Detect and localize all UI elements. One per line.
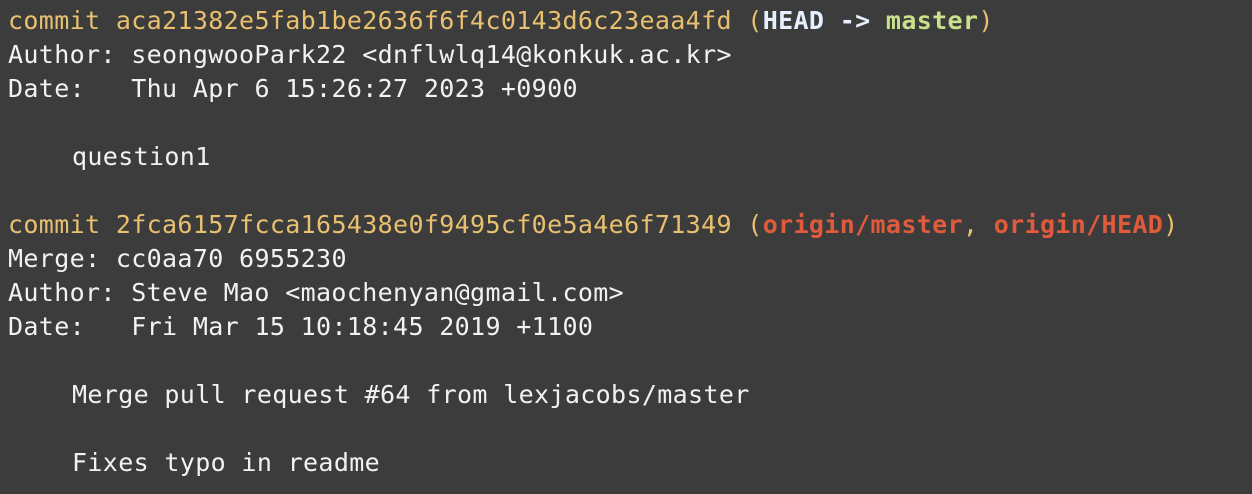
commit-hash: 2fca6157fcca165438e0f9495cf0e5a4e6f71349 (115, 210, 732, 239)
author-line: Author: Steve Mao <maochenyan@gmail.com> (8, 276, 624, 310)
date-label: Date: (8, 74, 86, 103)
date-line: Date: Fri Mar 15 10:18:45 2019 +1100 (8, 310, 593, 344)
remote-ref-origin-head: origin/HEAD (993, 210, 1164, 239)
commit-message-line: Merge pull request #64 from lexjacobs/ma… (72, 380, 750, 409)
ref-paren-close: ) (978, 6, 994, 35)
commit-keyword: commit (8, 210, 101, 239)
commit-keyword: commit (8, 6, 101, 35)
date-value: Fri Mar 15 10:18:45 2019 +1100 (131, 312, 594, 341)
commit-hash: aca21382e5fab1be2636f6f4c0143d6c23eaa4fd (115, 6, 732, 35)
author-label: Author: (8, 278, 116, 307)
merge-value: cc0aa70 6955230 (115, 244, 347, 273)
ref-paren-close: ) (1163, 210, 1179, 239)
merge-line: Merge: cc0aa70 6955230 (8, 242, 347, 276)
author-value: Steve Mao <maochenyan@gmail.com> (131, 278, 625, 307)
ref-paren-open: ( (747, 6, 763, 35)
commit-message-line: Fixes typo in readme (72, 448, 381, 477)
author-value: seongwooPark22 <dnflwlq14@konkuk.ac.kr> (131, 40, 732, 69)
branch-ref-master: master (885, 6, 979, 35)
merge-label: Merge: (8, 244, 101, 273)
date-label: Date: (8, 312, 86, 341)
commit-line: commit 2fca6157fcca165438e0f9495cf0e5a4e… (8, 208, 1179, 242)
remote-ref-origin-master: origin/master (762, 210, 963, 239)
ref-paren-open: ( (747, 210, 763, 239)
commit-message-line: question1 (72, 142, 211, 171)
ref-separator: , (962, 210, 994, 239)
commit-line: commit aca21382e5fab1be2636f6f4c0143d6c2… (8, 4, 994, 38)
author-line: Author: seongwooPark22 <dnflwlq14@konkuk… (8, 38, 732, 72)
date-value: Thu Apr 6 15:26:27 2023 +0900 (131, 74, 578, 103)
date-line: Date: Thu Apr 6 15:26:27 2023 +0900 (8, 72, 578, 106)
head-ref: HEAD (762, 6, 825, 35)
author-label: Author: (8, 40, 116, 69)
ref-arrow: -> (824, 6, 886, 35)
terminal-window[interactable]: commit aca21382e5fab1be2636f6f4c0143d6c2… (0, 0, 1252, 494)
